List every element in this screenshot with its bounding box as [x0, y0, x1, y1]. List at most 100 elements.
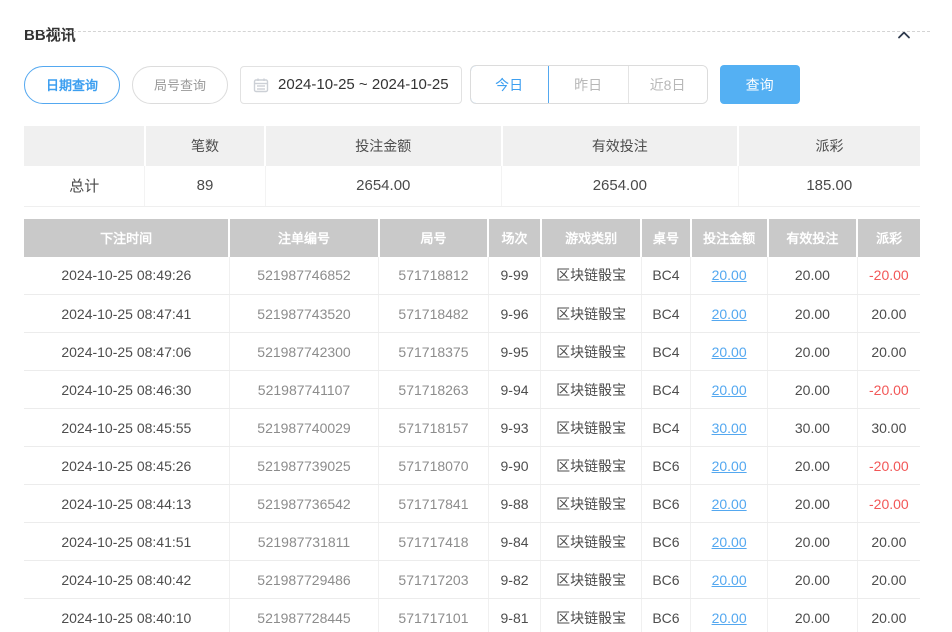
summary-header-count: 笔数: [145, 126, 265, 166]
yesterday-button[interactable]: 昨日: [549, 66, 628, 103]
table-number-cell: BC4: [641, 333, 690, 371]
summary-header-bet-amount: 投注金额: [265, 126, 502, 166]
bet-amount-link[interactable]: 20.00: [712, 534, 747, 550]
session-cell: 9-93: [488, 409, 541, 447]
bet-amount-link[interactable]: 30.00: [712, 420, 747, 436]
summary-payout-value: 185.00: [738, 166, 920, 206]
today-button[interactable]: 今日: [470, 65, 549, 104]
summary-total-row: 总计 89 2654.00 2654.00 185.00: [24, 166, 920, 206]
round-number-cell: 571717203: [379, 561, 488, 599]
bet-amount-link[interactable]: 20.00: [712, 382, 747, 398]
valid-bet-cell: 20.00: [768, 447, 858, 485]
bet-amount-link[interactable]: 20.00: [712, 610, 747, 626]
bet-amount-cell: 20.00: [691, 257, 768, 295]
payout-cell: 20.00: [857, 523, 920, 561]
bet-amount-cell: 30.00: [691, 409, 768, 447]
payout-cell: -20.00: [857, 371, 920, 409]
table-row: 2024-10-25 08:41:51521987731811571717418…: [24, 523, 920, 561]
bet-amount-link[interactable]: 20.00: [712, 458, 747, 474]
bet-time-cell: 2024-10-25 08:47:06: [24, 333, 229, 371]
bet-amount-link[interactable]: 20.00: [712, 267, 747, 283]
search-button[interactable]: 查询: [720, 65, 800, 104]
table-row: 2024-10-25 08:46:30521987741107571718263…: [24, 371, 920, 409]
calendar-icon: [253, 77, 269, 93]
table-number-cell: BC4: [641, 371, 690, 409]
table-row: 2024-10-25 08:47:06521987742300571718375…: [24, 333, 920, 371]
table-number-cell: BC6: [641, 523, 690, 561]
game-type-cell: 区块链骰宝: [541, 561, 641, 599]
table-row: 2024-10-25 08:47:41521987743520571718482…: [24, 295, 920, 333]
bet-time-cell: 2024-10-25 08:40:10: [24, 599, 229, 632]
bet-time-cell: 2024-10-25 08:41:51: [24, 523, 229, 561]
date-query-tab[interactable]: 日期查询: [24, 66, 120, 104]
valid-bet-cell: 20.00: [768, 561, 858, 599]
session-cell: 9-81: [488, 599, 541, 632]
bet-amount-cell: 20.00: [691, 485, 768, 523]
order-number-cell: 521987729486: [229, 561, 379, 599]
valid-bet-cell: 20.00: [768, 523, 858, 561]
bet-amount-link[interactable]: 20.00: [712, 306, 747, 322]
summary-total-label: 总计: [24, 166, 145, 206]
bet-amount-link[interactable]: 20.00: [712, 496, 747, 512]
bet-amount-cell: 20.00: [691, 561, 768, 599]
summary-header-payout: 派彩: [738, 126, 920, 166]
top-divider: [28, 31, 930, 32]
game-type-cell: 区块链骰宝: [541, 333, 641, 371]
bet-time-cell: 2024-10-25 08:40:42: [24, 561, 229, 599]
order-number-cell: 521987743520: [229, 295, 379, 333]
round-number-cell: 571717101: [379, 599, 488, 632]
order-number-cell: 521987728445: [229, 599, 379, 632]
summary-header-valid-bet: 有效投注: [502, 126, 739, 166]
payout-cell: 20.00: [857, 599, 920, 632]
date-range-input[interactable]: 2024-10-25 ~ 2024-10-25: [240, 66, 462, 104]
valid-bet-cell: 20.00: [768, 257, 858, 295]
summary-table: 笔数 投注金额 有效投注 派彩 总计 89 2654.00 2654.00 18…: [24, 126, 920, 207]
table-row: 2024-10-25 08:44:13521987736542571717841…: [24, 485, 920, 523]
summary-valid-bet-value: 2654.00: [502, 166, 739, 206]
payout-cell: 30.00: [857, 409, 920, 447]
bet-time-cell: 2024-10-25 08:47:41: [24, 295, 229, 333]
valid-bet-cell: 30.00: [768, 409, 858, 447]
round-number-cell: 571717418: [379, 523, 488, 561]
bet-amount-link[interactable]: 20.00: [712, 344, 747, 360]
bet-record-panel: BB视讯 日期查询 局号查询 2024-10-25 ~ 2024-10-25 今…: [0, 24, 952, 632]
valid-bet-cell: 20.00: [768, 599, 858, 632]
bet-amount-cell: 20.00: [691, 295, 768, 333]
bet-time-cell: 2024-10-25 08:45:26: [24, 447, 229, 485]
summary-bet-amount-value: 2654.00: [265, 166, 502, 206]
bet-time-cell: 2024-10-25 08:46:30: [24, 371, 229, 409]
round-query-tab[interactable]: 局号查询: [132, 66, 228, 104]
table-row: 2024-10-25 08:40:42521987729486571717203…: [24, 561, 920, 599]
table-row: 2024-10-25 08:45:26521987739025571718070…: [24, 447, 920, 485]
game-type-cell: 区块链骰宝: [541, 409, 641, 447]
table-row: 2024-10-25 08:40:10521987728445571717101…: [24, 599, 920, 632]
session-cell: 9-95: [488, 333, 541, 371]
round-number-cell: 571718482: [379, 295, 488, 333]
detail-table-body: 2024-10-25 08:49:26521987746852571718812…: [24, 257, 920, 632]
bet-amount-cell: 20.00: [691, 333, 768, 371]
round-number-cell: 571718812: [379, 257, 488, 295]
session-cell: 9-84: [488, 523, 541, 561]
bet-amount-cell: 20.00: [691, 599, 768, 632]
date-range-value: 2024-10-25 ~ 2024-10-25: [278, 76, 449, 93]
game-type-cell: 区块链骰宝: [541, 523, 641, 561]
order-number-cell: 521987739025: [229, 447, 379, 485]
last-8-days-button[interactable]: 近8日: [628, 66, 707, 103]
order-number-cell: 521987741107: [229, 371, 379, 409]
bet-amount-cell: 20.00: [691, 523, 768, 561]
section-header: BB视讯: [24, 24, 912, 45]
header-table-number: 桌号: [641, 219, 690, 257]
chevron-up-icon[interactable]: [896, 27, 912, 43]
game-type-cell: 区块链骰宝: [541, 371, 641, 409]
bet-amount-link[interactable]: 20.00: [712, 572, 747, 588]
table-number-cell: BC6: [641, 485, 690, 523]
header-bet-time: 下注时间: [24, 219, 229, 257]
round-number-cell: 571717841: [379, 485, 488, 523]
order-number-cell: 521987742300: [229, 333, 379, 371]
payout-cell: -20.00: [857, 257, 920, 295]
header-game-type: 游戏类别: [541, 219, 641, 257]
table-number-cell: BC6: [641, 599, 690, 632]
summary-count-value: 89: [145, 166, 265, 206]
payout-cell: -20.00: [857, 485, 920, 523]
bet-amount-cell: 20.00: [691, 447, 768, 485]
